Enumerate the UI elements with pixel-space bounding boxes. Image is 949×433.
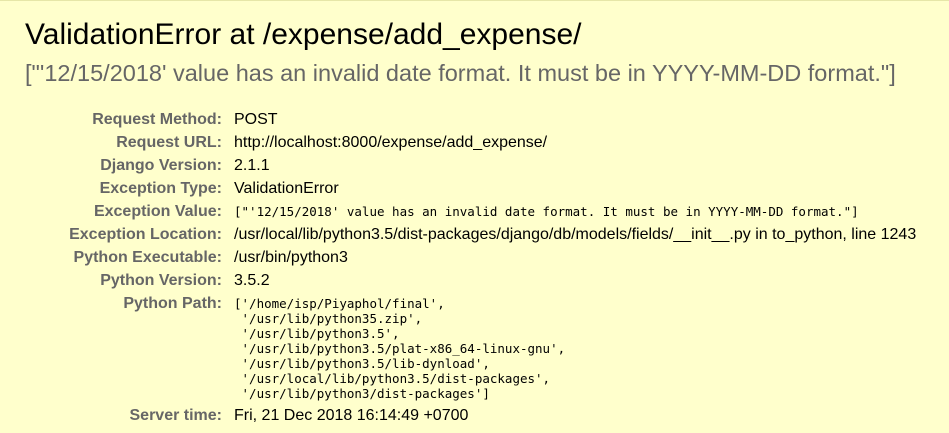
meta-label: Exception Type: (99, 180, 222, 197)
meta-row-request-url: Request URL: http://localhost:8000/expen… (60, 131, 916, 154)
meta-row-python-executable: Python Executable: /usr/bin/python3 (60, 246, 916, 269)
meta-value-cell: ['/home/isp/Piyaphol/final', '/usr/lib/p… (234, 292, 916, 404)
meta-row-exception-type: Exception Type: ValidationError (60, 177, 916, 200)
meta-label: Python Version: (100, 272, 222, 289)
meta-row-django-version: Django Version: 2.1.1 (60, 154, 916, 177)
meta-value: http://localhost:8000/expense/add_expens… (234, 134, 548, 151)
error-message: ["'12/15/2018' value has an invalid date… (25, 60, 896, 86)
meta-label: Python Path: (123, 295, 222, 312)
meta-row-request-method: Request Method: POST (60, 108, 916, 131)
meta-value: /usr/local/lib/python3.5/dist-packages/d… (234, 226, 917, 243)
meta-value: ValidationError (234, 180, 339, 197)
meta-row-exception-location: Exception Location: /usr/local/lib/pytho… (60, 223, 916, 246)
meta-row-python-path: Python Path: ['/home/isp/Piyaphol/final'… (60, 292, 916, 404)
meta-label: Python Executable: (73, 249, 222, 266)
meta-row-server-time: Server time: Fri, 21 Dec 2018 16:14:49 +… (60, 404, 916, 427)
meta-value-cell: ["'12/15/2018' value has an invalid date… (234, 200, 916, 223)
meta-label: Request URL: (116, 134, 222, 151)
meta-label: Exception Location: (69, 226, 222, 243)
meta-label: Exception Value: (93, 203, 222, 220)
meta-value: Fri, 21 Dec 2018 16:14:49 +0700 (234, 407, 469, 424)
request-meta-table: Request Method: POST Request URL: http:/… (60, 108, 916, 427)
meta-row-exception-value: Exception Value: ["'12/15/2018' value ha… (60, 200, 916, 223)
exception-value-text: ["'12/15/2018' value has an invalid date… (234, 204, 859, 219)
error-summary: ValidationError at /expense/add_expense/… (0, 1, 949, 88)
meta-value: 3.5.2 (234, 272, 270, 289)
python-path-text: ['/home/isp/Piyaphol/final', '/usr/lib/p… (234, 296, 566, 401)
meta-label: Django Version: (100, 157, 222, 174)
meta-value: POST (234, 111, 278, 128)
meta-value: 2.1.1 (234, 157, 270, 174)
meta-label: Request Method: (92, 111, 222, 128)
meta-label: Server time: (129, 407, 223, 424)
meta-value: /usr/bin/python3 (234, 249, 348, 266)
meta-row-python-version: Python Version: 3.5.2 (60, 269, 916, 292)
error-title: ValidationError at /expense/add_expense/ (25, 18, 582, 51)
